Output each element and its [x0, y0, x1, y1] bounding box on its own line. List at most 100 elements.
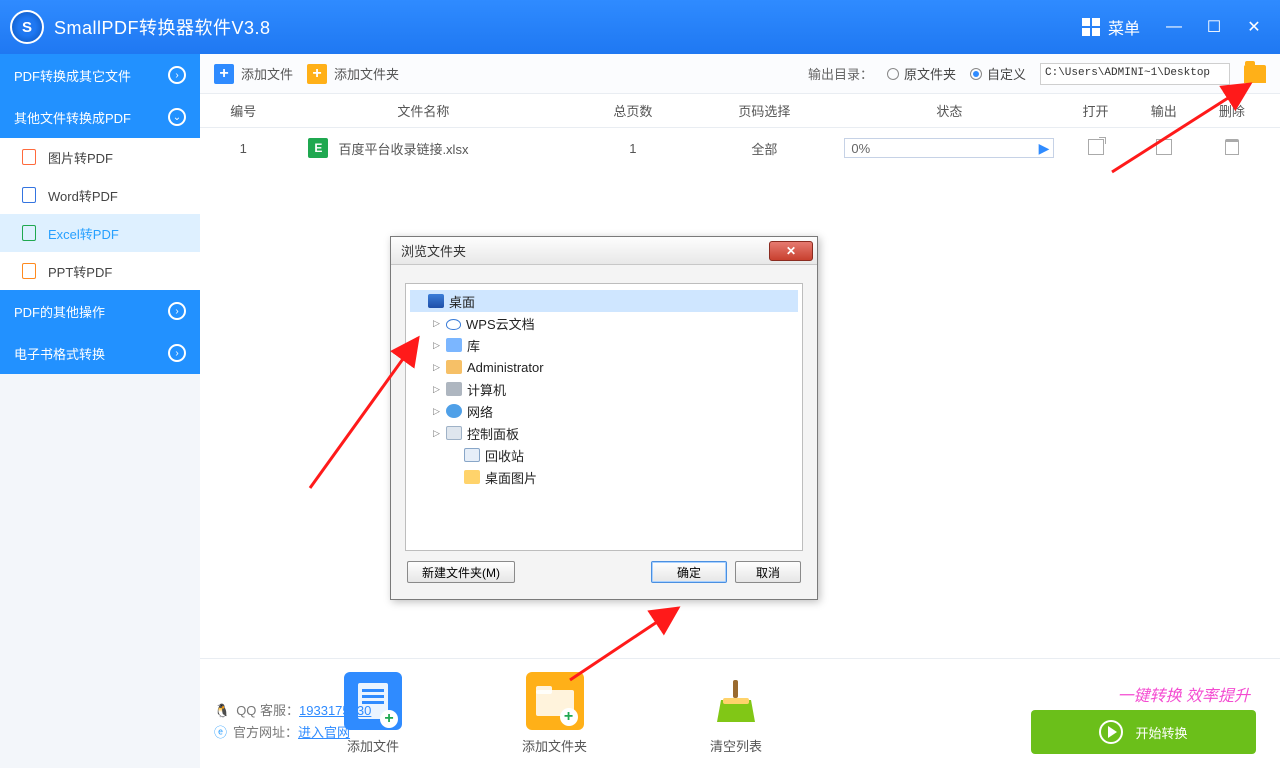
net-icon	[446, 404, 462, 418]
lib-icon	[446, 338, 462, 352]
expand-icon[interactable]	[414, 297, 423, 306]
new-folder-button[interactable]: 新建文件夹(M)	[407, 561, 515, 583]
tree-node-label: 控制面板	[467, 424, 519, 443]
file-name: 百度平台收录链接.xlsx	[338, 139, 468, 158]
sidebar-item-label: Word转PDF	[48, 186, 118, 205]
tree-node-label: 库	[467, 336, 480, 355]
sidebar-item-image-to-pdf[interactable]: 图片转PDF	[0, 138, 200, 176]
sidebar-cat-label: PDF的其他操作	[14, 302, 105, 321]
col-status: 状态	[837, 101, 1061, 120]
tree-node[interactable]: ▷库	[410, 334, 798, 356]
big-clear-list-button[interactable]: 清空列表	[707, 672, 765, 755]
minimize-button[interactable]: —	[1154, 0, 1194, 54]
expand-icon[interactable]	[450, 473, 459, 482]
chevron-right-icon: ›	[168, 302, 186, 320]
sidebar-cat-pdf-to-other[interactable]: PDF转换成其它文件 ›	[0, 54, 200, 96]
tree-node-label: 计算机	[467, 380, 506, 399]
plus-icon: +	[214, 64, 234, 84]
toolbar: +添加文件 +添加文件夹 输出目录： 原文件夹 自定义 C:\Users\ADM…	[200, 54, 1280, 94]
expand-icon[interactable]: ▷	[432, 319, 441, 328]
radio-custom-folder[interactable]: 自定义	[970, 64, 1026, 83]
sidebar-cat-label: 其他文件转换成PDF	[14, 108, 131, 127]
sidebar-cat-pdf-other-ops[interactable]: PDF的其他操作 ›	[0, 290, 200, 332]
cell-sel[interactable]: 全部	[691, 139, 837, 158]
sidebar-cat-other-to-pdf[interactable]: 其他文件转换成PDF ⌄	[0, 96, 200, 138]
start-convert-button[interactable]: 开始转换	[1031, 710, 1256, 754]
tree-node-label: 桌面	[449, 292, 475, 311]
cell-open[interactable]	[1061, 139, 1129, 158]
bin-icon	[464, 448, 480, 462]
folder-tree[interactable]: 桌面▷WPS云文档▷库▷Administrator▷计算机▷网络▷控制面板回收站…	[405, 283, 803, 551]
file-icon	[22, 149, 36, 165]
browse-folder-icon[interactable]	[1244, 65, 1266, 83]
sidebar-item-ppt-to-pdf[interactable]: PPT转PDF	[0, 252, 200, 290]
radio-label: 原文件夹	[904, 64, 956, 83]
app-logo-icon: S	[10, 10, 44, 44]
output-path-input[interactable]: C:\Users\ADMINI~1\Desktop	[1040, 63, 1230, 85]
cloud-icon	[446, 319, 461, 330]
tree-node[interactable]: ▷ 控制面板	[410, 422, 798, 444]
expand-icon[interactable]	[450, 451, 459, 460]
expand-icon[interactable]: ▷	[432, 363, 441, 372]
menu-label: 菜单	[1108, 15, 1140, 39]
col-out: 输出	[1130, 101, 1198, 120]
menu-button[interactable]: 菜单	[1068, 0, 1154, 54]
tree-node[interactable]: 桌面图片	[410, 466, 798, 488]
sidebar-item-word-to-pdf[interactable]: Word转PDF	[0, 176, 200, 214]
oneclick-text: 一键转换 效率提升	[1118, 682, 1250, 706]
expand-icon[interactable]: ▷	[432, 429, 441, 438]
ctrl-icon	[446, 426, 462, 440]
output-icon	[1156, 139, 1172, 155]
progress-bar[interactable]: 0% ▶	[844, 138, 1054, 158]
ok-button[interactable]: 确定	[651, 561, 727, 583]
add-folder-button[interactable]: +添加文件夹	[307, 64, 399, 84]
play-circle-icon	[1099, 720, 1123, 744]
tree-node[interactable]: ▷ 网络	[410, 400, 798, 422]
cell-out[interactable]	[1130, 139, 1198, 158]
chevron-right-icon: ›	[168, 66, 186, 84]
cancel-button[interactable]: 取消	[735, 561, 801, 583]
col-pages: 总页数	[574, 101, 691, 120]
sidebar-item-label: Excel转PDF	[48, 224, 119, 243]
radio-source-folder[interactable]: 原文件夹	[887, 64, 956, 83]
tree-node[interactable]: ▷ WPS云文档	[410, 312, 798, 334]
maximize-button[interactable]: ☐	[1194, 0, 1234, 54]
add-file-button[interactable]: + 添加文件	[214, 64, 293, 84]
dialog-titlebar[interactable]: 浏览文件夹 ✕	[391, 237, 817, 265]
chevron-down-icon: ⌄	[168, 108, 186, 126]
tree-node[interactable]: ▷ 计算机	[410, 378, 798, 400]
expand-icon[interactable]: ▷	[432, 407, 441, 416]
close-button[interactable]: ✕	[1234, 0, 1274, 54]
radio-icon	[970, 68, 982, 80]
tree-node-label: WPS云文档	[466, 314, 535, 333]
clear-icon	[707, 672, 765, 730]
big-add-folder-button[interactable]: 添加文件夹	[522, 672, 587, 755]
button-label: 添加文件	[241, 64, 293, 83]
tree-node[interactable]: ▷Administrator	[410, 356, 798, 378]
file-icon	[22, 187, 36, 203]
tree-node-label: 网络	[467, 402, 493, 421]
tree-node[interactable]: 桌面	[410, 290, 798, 312]
sidebar-item-excel-to-pdf[interactable]: Excel转PDF	[0, 214, 200, 252]
excel-file-icon: E	[308, 138, 328, 158]
sidebar-item-label: PPT转PDF	[48, 262, 112, 281]
expand-icon[interactable]: ▷	[432, 385, 441, 394]
button-label: 清空列表	[710, 736, 762, 755]
desktop-icon	[428, 294, 444, 308]
fld-icon	[464, 470, 480, 484]
col-sel: 页码选择	[691, 101, 837, 120]
tree-node[interactable]: 回收站	[410, 444, 798, 466]
cell-del[interactable]	[1198, 139, 1266, 158]
dialog-close-button[interactable]: ✕	[769, 241, 813, 261]
globe-icon: ⓔ	[214, 725, 227, 740]
sidebar-cat-ebook[interactable]: 电子书格式转换 ›	[0, 332, 200, 374]
qq-link[interactable]: 1933175230	[299, 703, 371, 718]
add-folder-icon	[526, 672, 584, 730]
col-name: 文件名称	[272, 101, 574, 120]
site-link[interactable]: 进入官网	[298, 725, 350, 740]
col-open: 打开	[1061, 101, 1129, 120]
col-num: 编号	[214, 101, 272, 120]
cell-num: 1	[214, 141, 272, 156]
expand-icon[interactable]: ▷	[432, 341, 441, 350]
play-icon[interactable]: ▶	[1039, 140, 1050, 157]
